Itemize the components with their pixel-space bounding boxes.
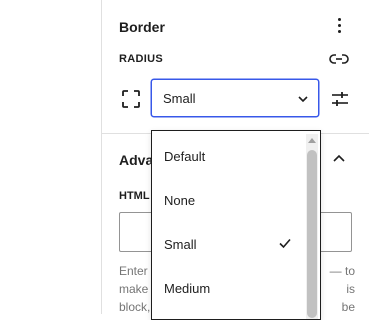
radius-label: RADIUS [119, 53, 163, 65]
radius-select-value: Small [163, 91, 196, 106]
option-small[interactable]: Small [152, 222, 304, 266]
scroll-up-arrow-icon[interactable] [307, 136, 317, 144]
option-none[interactable]: None [152, 178, 304, 222]
html-anchor-label: HTML [119, 190, 150, 202]
settings-sliders-icon[interactable] [331, 90, 349, 108]
option-default[interactable]: Default [152, 134, 304, 178]
radius-select[interactable]: Small [151, 79, 319, 117]
more-vertical-icon[interactable] [332, 16, 348, 36]
option-medium[interactable]: Medium [152, 266, 304, 310]
radius-dropdown-list[interactable]: Default None Small Medium [151, 130, 321, 320]
corners-icon [122, 90, 140, 108]
chevron-down-icon [298, 96, 308, 103]
dropdown-scroll-thumb[interactable] [307, 150, 317, 318]
advanced-section-title[interactable]: Adva [119, 152, 153, 168]
canvas-area [0, 0, 101, 314]
unlink-icon[interactable] [329, 50, 349, 68]
chevron-up-icon[interactable] [332, 152, 346, 164]
check-icon [279, 238, 291, 249]
border-section-title: Border [119, 19, 165, 35]
